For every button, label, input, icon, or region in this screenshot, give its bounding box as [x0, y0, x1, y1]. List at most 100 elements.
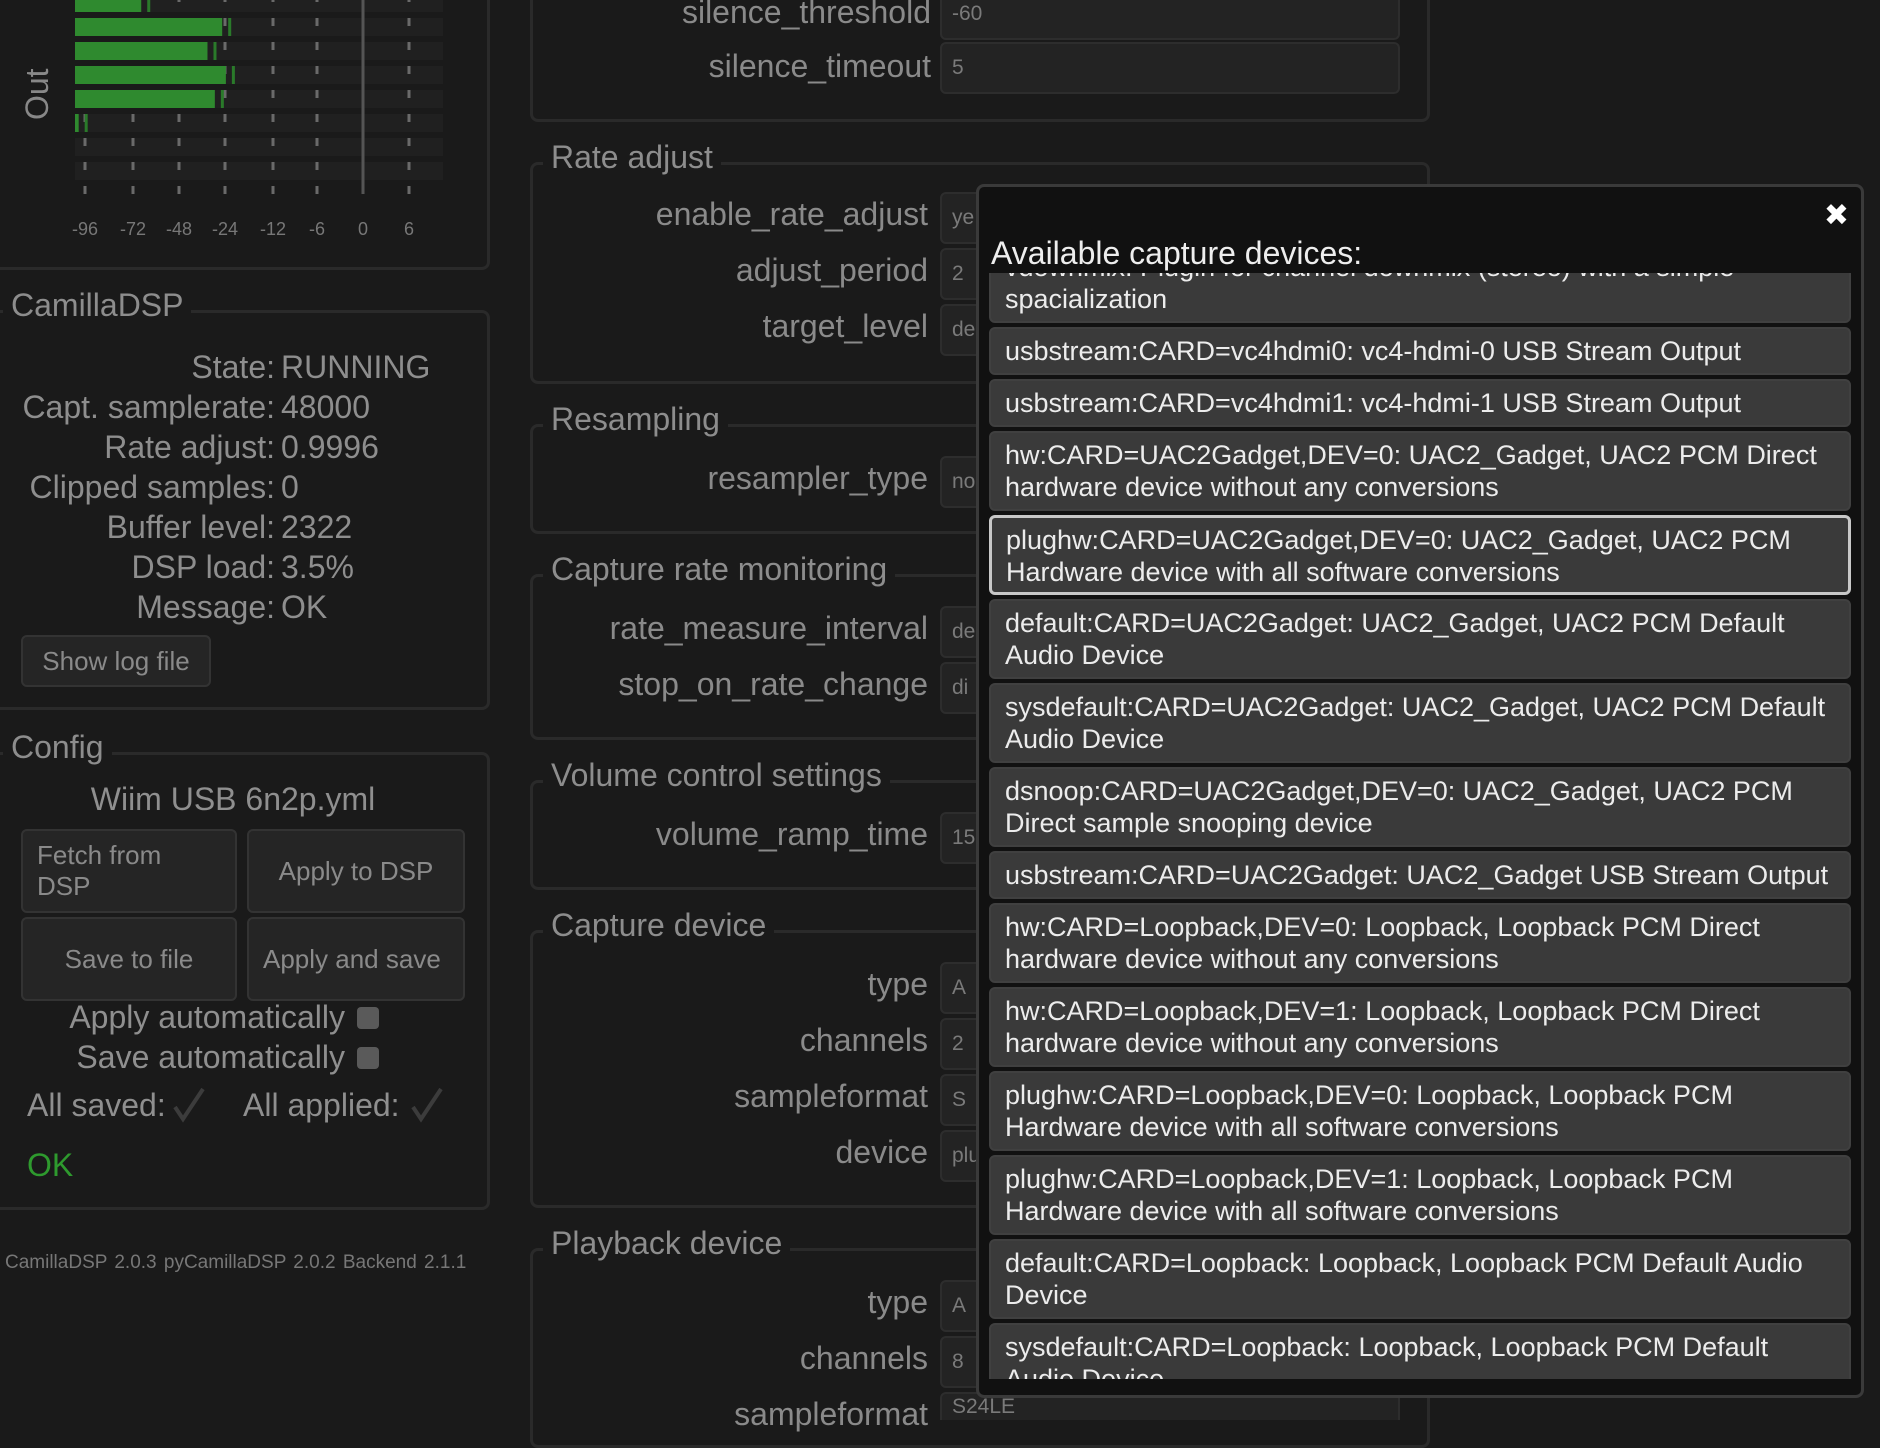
level-meter: -96 -72 -48 -24 -12 -6 0 6	[72, 0, 443, 239]
apply-to-dsp-button[interactable]: Apply to DSP	[247, 829, 465, 913]
device-item[interactable]: default:CARD=Loopback: Loopback, Loopbac…	[989, 1239, 1851, 1319]
meter-peak-marker	[84, 114, 88, 132]
status-value: 0.9996	[281, 429, 379, 465]
meter-peak-marker	[147, 0, 151, 12]
meter-peak-marker	[228, 18, 232, 36]
show-log-button[interactable]: Show log file	[21, 635, 211, 687]
device-item[interactable]: usbstream:CARD=vc4hdmi0: vc4-hdmi-0 USB …	[989, 327, 1851, 375]
silence-timeout-input[interactable]: 5	[940, 42, 1400, 94]
device-item[interactable]: default:CARD=UAC2Gadget: UAC2_Gadget, UA…	[989, 599, 1851, 679]
rate-measure-interval-label: rate_measure_interval	[609, 610, 928, 646]
meter-level-bar	[75, 0, 142, 12]
device-item[interactable]: plughw:CARD=Loopback,DEV=0: Loopback, Lo…	[989, 1071, 1851, 1151]
meter-tick-label: -72	[120, 219, 146, 239]
meter-tick-label: -6	[309, 219, 325, 239]
status-key: Buffer level:	[106, 509, 275, 545]
config-status: OK	[27, 1147, 74, 1183]
status-key: Clipped samples:	[29, 469, 275, 505]
status-row: Rate adjust: 0.9996	[0, 427, 453, 467]
save-automatically-checkbox[interactable]	[357, 1047, 379, 1069]
silence-threshold-label: silence_threshold	[681, 0, 931, 30]
playback-sampleformat-label: sampleformat	[734, 1396, 928, 1432]
device-item[interactable]: sysdefault:CARD=UAC2Gadget: UAC2_Gadget,…	[989, 683, 1851, 763]
meter-tick-label: 0	[358, 219, 368, 239]
meter-peak-marker	[220, 90, 224, 108]
silence-timeout-label: silence_timeout	[708, 48, 931, 84]
status-value: OK	[281, 589, 328, 625]
all-applied-label: All applied:	[243, 1087, 400, 1123]
save-automatically-label: Save automatically	[76, 1039, 345, 1075]
level-meter-panel: -96 -72 -48 -24 -12 -6 0 6 Out	[0, 0, 490, 270]
device-item[interactable]: plughw:CARD=Loopback,DEV=1: Loopback, Lo…	[989, 1155, 1851, 1235]
status-row: DSP load: 3.5%	[0, 547, 453, 587]
device-item[interactable]: usbstream:CARD=UAC2Gadget: UAC2_Gadget U…	[989, 851, 1851, 899]
meter-level-bar	[75, 90, 215, 108]
status-row: Message: OK	[0, 587, 453, 627]
enable-rate-adjust-label: enable_rate_adjust	[655, 196, 928, 232]
meter-channel-track	[75, 138, 443, 156]
meter-level-bar	[75, 114, 79, 132]
stop-on-rate-change-label: stop_on_rate_change	[618, 666, 928, 702]
apply-and-save-button[interactable]: Apply and save	[247, 917, 465, 1001]
status-value: 3.5%	[281, 549, 354, 585]
adjust-period-label: adjust_period	[735, 252, 928, 288]
status-key: Rate adjust:	[104, 429, 275, 465]
capture-device-label: device	[835, 1134, 929, 1170]
meter-channel-track	[75, 114, 443, 132]
silence-threshold-input[interactable]: -60	[940, 0, 1400, 40]
device-item-selected[interactable]: plughw:CARD=UAC2Gadget,DEV=0: UAC2_Gadge…	[989, 515, 1851, 595]
capture-device-title: Capture device	[543, 905, 775, 945]
meter-level-bar	[75, 42, 208, 60]
config-filename: Wiim USB 6n2p.yml	[90, 781, 376, 817]
config-panel: Config Wiim USB 6n2p.yml Fetch from DSP …	[0, 727, 490, 1210]
status-row: Capt. samplerate: 48000	[0, 387, 453, 427]
all-saved-check-icon	[173, 1087, 205, 1123]
version-footer: CamillaDSP 2.0.3 pyCamillaDSP 2.0.2 Back…	[5, 1252, 467, 1273]
meter-tick-label: -24	[212, 219, 238, 239]
device-item[interactable]: vdownmix: Plugin for channel downmix (st…	[989, 273, 1851, 323]
meter-level-bar	[75, 66, 226, 84]
resampling-title: Resampling	[543, 399, 728, 439]
volume-ramp-time-label: volume_ramp_time	[655, 816, 928, 852]
playback-channels-label: channels	[799, 1340, 928, 1376]
device-item[interactable]: hw:CARD=UAC2Gadget,DEV=0: UAC2_Gadget, U…	[989, 431, 1851, 511]
capture-devices-dialog: ✖ Available capture devices: vdownmix: P…	[976, 184, 1864, 1398]
status-row: State: RUNNING	[0, 347, 453, 387]
device-item[interactable]: hw:CARD=Loopback,DEV=1: Loopback, Loopba…	[989, 987, 1851, 1067]
meter-level-bar	[75, 18, 223, 36]
status-key: Capt. samplerate:	[22, 389, 275, 425]
status-key: State:	[191, 349, 275, 385]
device-list[interactable]: vdownmix: Plugin for channel downmix (st…	[989, 273, 1851, 1379]
save-to-file-button[interactable]: Save to file	[21, 917, 237, 1001]
resampler-type-label: resampler_type	[707, 460, 928, 496]
rate-adjust-title: Rate adjust	[543, 137, 721, 177]
status-row: Clipped samples: 0	[0, 467, 453, 507]
status-value: RUNNING	[281, 349, 431, 385]
status-value: 2322	[281, 509, 353, 545]
volume-control-title: Volume control settings	[543, 755, 890, 795]
meter-peak-marker	[231, 66, 235, 84]
apply-automatically-checkbox[interactable]	[357, 1007, 379, 1029]
meter-out-label: Out	[19, 68, 55, 120]
device-item[interactable]: usbstream:CARD=vc4hdmi1: vc4-hdmi-1 USB …	[989, 379, 1851, 427]
target-level-label: target_level	[762, 308, 928, 344]
all-applied-check-icon	[411, 1087, 443, 1123]
camilladsp-status-panel: CamillaDSP State: RUNNING Capt. samplerate…	[0, 285, 490, 710]
capture-channels-label: channels	[799, 1022, 928, 1058]
dialog-title: Available capture devices:	[991, 235, 1363, 271]
device-item[interactable]: dsnoop:CARD=UAC2Gadget,DEV=0: UAC2_Gadge…	[989, 767, 1851, 847]
meter-tick-label: -96	[72, 219, 98, 239]
status-value: 0	[281, 469, 299, 505]
status-value: 48000	[281, 389, 370, 425]
capture-type-label: type	[867, 966, 928, 1002]
device-item[interactable]: sysdefault:CARD=Loopback: Loopback, Loop…	[989, 1323, 1851, 1379]
capture-rate-monitoring-title: Capture rate monitoring	[543, 549, 896, 589]
playback-type-label: type	[867, 1284, 928, 1320]
fetch-from-dsp-button[interactable]: Fetch from DSP	[21, 829, 237, 913]
status-key: Message:	[136, 589, 275, 625]
meter-tick-label: -12	[260, 219, 286, 239]
meter-tick-label: -48	[166, 219, 192, 239]
camilladsp-title: CamillaDSP	[3, 285, 192, 325]
device-item[interactable]: hw:CARD=Loopback,DEV=0: Loopback, Loopba…	[989, 903, 1851, 983]
close-icon[interactable]: ✖	[1824, 201, 1849, 231]
